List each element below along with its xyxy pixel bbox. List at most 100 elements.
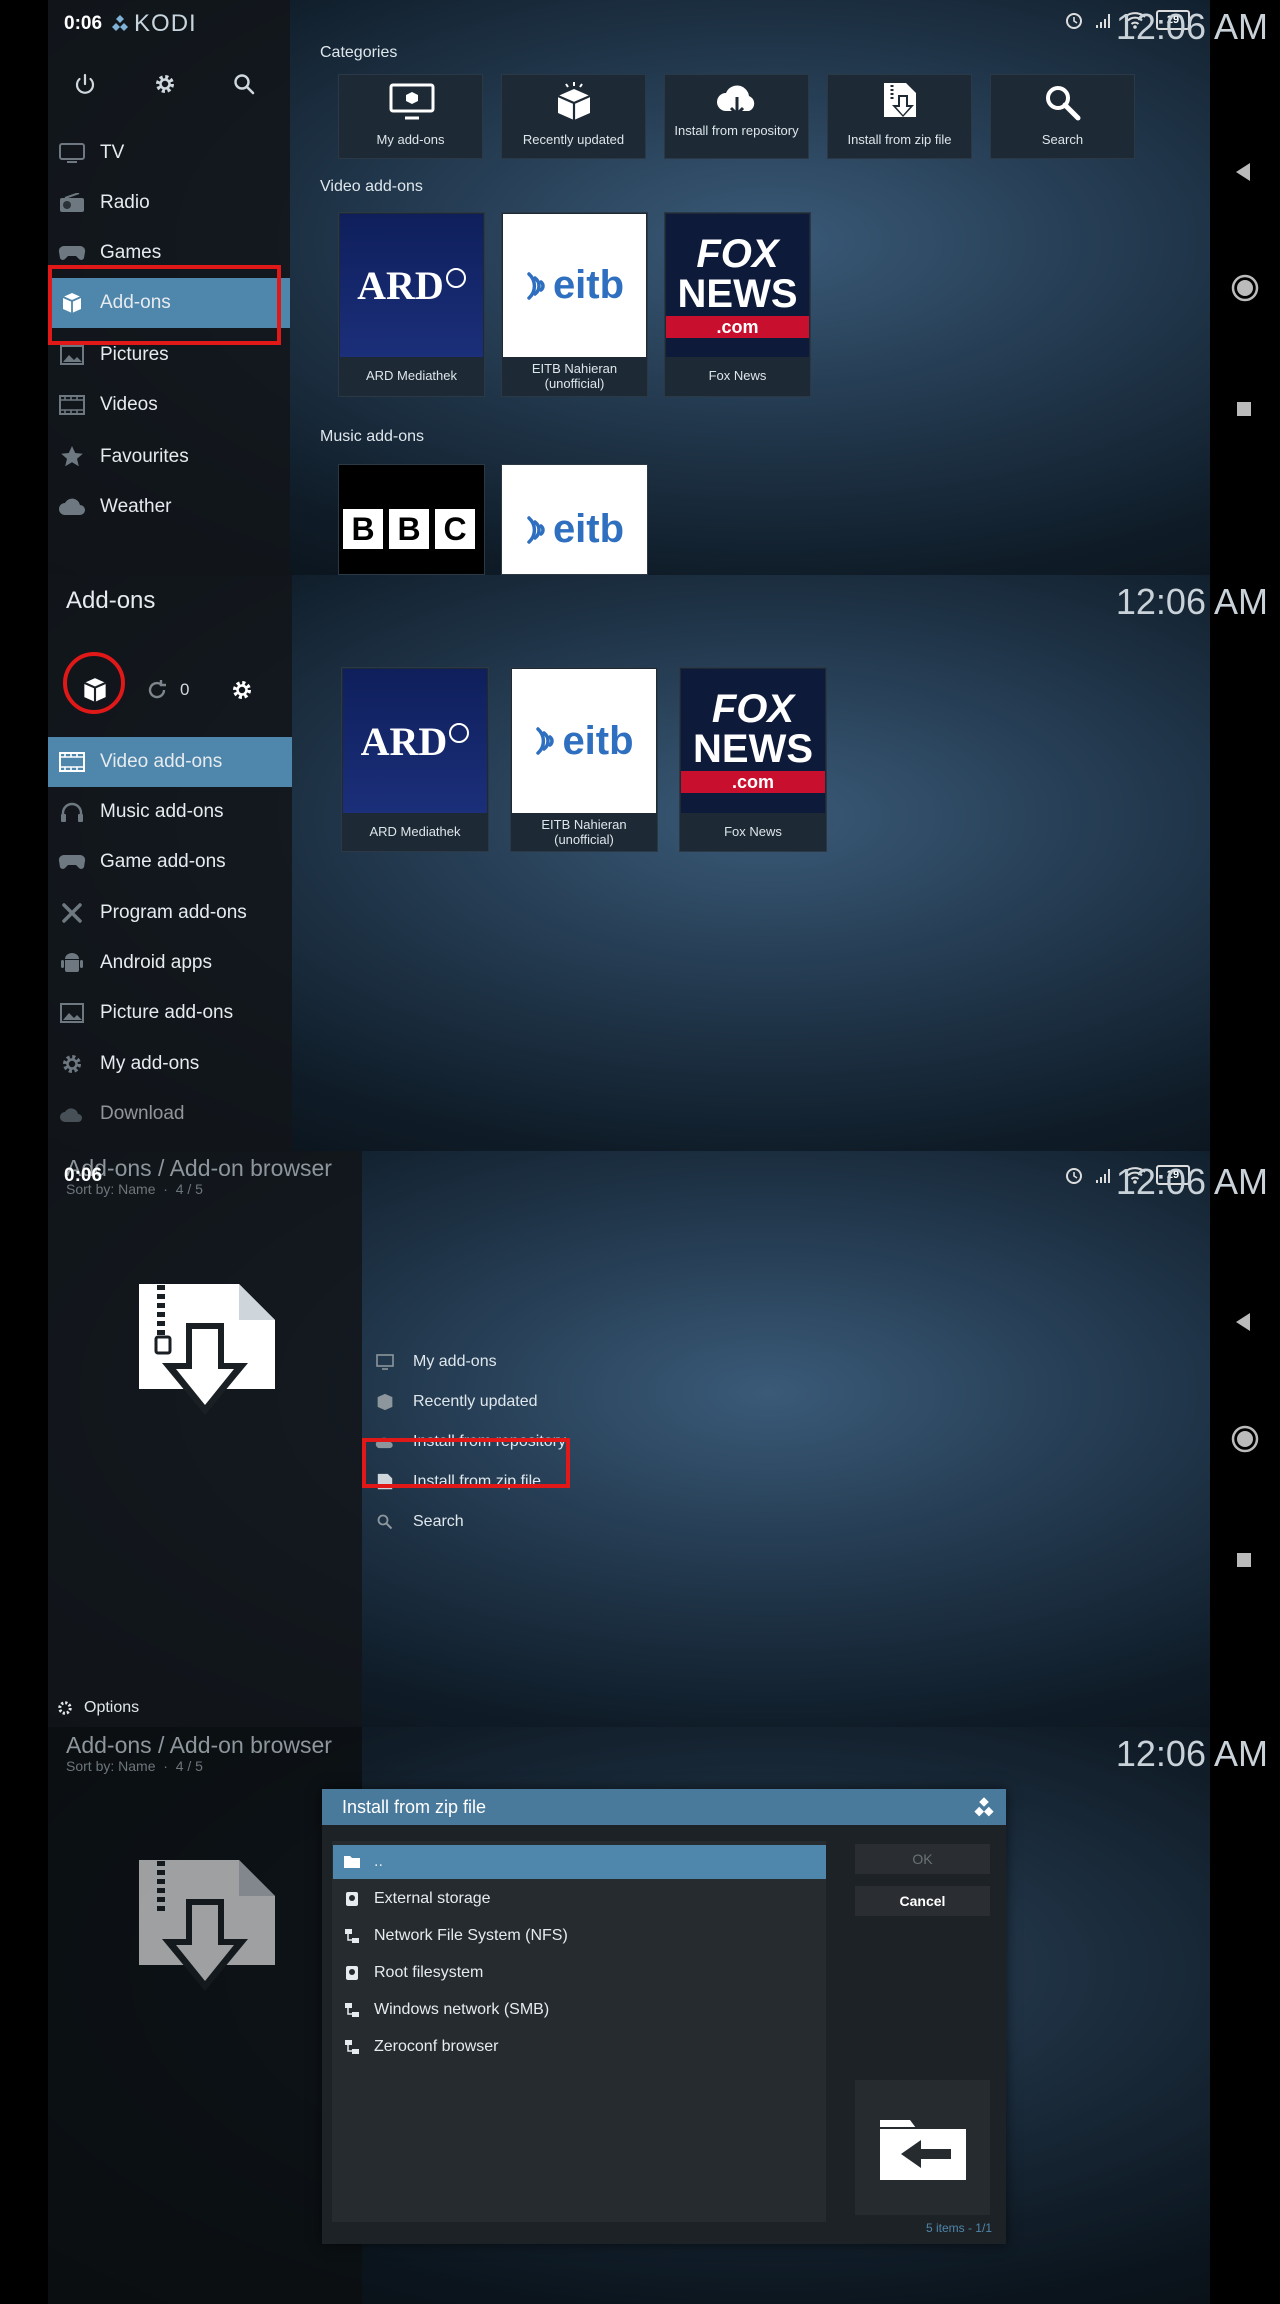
back-nav-icon[interactable]	[1230, 158, 1258, 186]
alarm-icon	[1066, 13, 1082, 29]
gamepad-icon	[58, 848, 86, 876]
clock: 12:06 AM	[1115, 1733, 1268, 1774]
sidebar-item-favourites[interactable]: Favourites	[48, 432, 290, 482]
network-icon	[343, 1928, 361, 1944]
sidebar-item-tv[interactable]: TV	[48, 128, 290, 178]
sidebar-item-picture-add-ons[interactable]: Picture add-ons	[48, 988, 292, 1038]
addon-tile-eitb-nahieran[interactable]: eitb EITB Nahieran (unofficial)	[510, 667, 658, 852]
category-install-from-repository[interactable]: Install from repository	[664, 74, 809, 159]
addon-tile-eitb-music[interactable]: eitb	[501, 464, 648, 575]
cloud-download-icon	[58, 1100, 86, 1128]
picture-icon	[58, 999, 86, 1027]
eitb-waves-icon	[527, 515, 545, 544]
zip-install-icon	[139, 1860, 275, 1991]
highlight-box-install-from-zip-file	[362, 1438, 570, 1488]
box-sparkle-icon	[557, 82, 591, 120]
ard-one-icon	[445, 267, 466, 288]
picture-icon	[58, 341, 86, 369]
eitb-logo: eitb	[503, 214, 646, 357]
kodi-logo-icon	[974, 1797, 994, 1817]
zip-file-icon	[884, 83, 916, 117]
hard-drive-icon	[343, 1891, 361, 1907]
signal-icon	[1096, 14, 1110, 28]
list-item-search[interactable]: Search	[375, 1504, 464, 1540]
recents-nav-icon[interactable]	[1230, 395, 1258, 423]
home-nav-icon[interactable]	[1230, 273, 1260, 303]
sort-info: Sort by: Name · 4 / 5	[66, 1758, 203, 1774]
add-ons-panel: Add-ons 0 Video add-ons Music add-ons Ga…	[0, 575, 1280, 1151]
network-icon	[343, 2002, 361, 2018]
addon-tile-eitb-nahieran[interactable]: eitb EITB Nahieran (unofficial)	[501, 212, 648, 397]
folder-preview	[855, 2080, 990, 2215]
kodi-logo-icon	[110, 14, 130, 34]
add-on-browser-panel: Add-ons / Add-on browser Sort by: Name ·…	[0, 1151, 1280, 1727]
list-item-my-add-ons[interactable]: My add-ons	[375, 1344, 497, 1380]
category-my-add-ons[interactable]: My add-ons	[338, 74, 483, 159]
sidebar-item-android-apps[interactable]: Android apps	[48, 938, 292, 988]
highlight-circle-add-on-browser	[63, 652, 125, 714]
addon-tile-ard-mediathek[interactable]: ARD ARD Mediathek	[338, 212, 485, 397]
film-icon	[58, 391, 86, 419]
addon-tile-fox-news[interactable]: FOX NEWS .com Fox News	[664, 212, 811, 397]
clock: 12:06 AM	[1115, 1161, 1268, 1202]
sidebar-item-videos[interactable]: Videos	[48, 380, 290, 430]
folder-back-icon	[879, 2119, 966, 2180]
monitor-icon	[375, 1354, 395, 1370]
sidebar-item-music-add-ons[interactable]: Music add-ons	[48, 787, 292, 837]
search-icon[interactable]	[232, 72, 256, 101]
breadcrumb: Add-ons / Add-on browser	[66, 1732, 332, 1758]
addon-tile-ard-mediathek[interactable]: ARD ARD Mediathek	[341, 667, 489, 852]
box-icon	[375, 1393, 395, 1411]
list-item-nfs[interactable]: Network File System (NFS)	[333, 1919, 826, 1953]
clock: 12:06 AM	[1115, 581, 1268, 622]
category-search[interactable]: Search	[990, 74, 1135, 159]
sidebar-item-weather[interactable]: Weather	[48, 482, 290, 532]
ok-button[interactable]: OK	[855, 1844, 990, 1874]
android-icon	[58, 949, 86, 977]
gear-icon[interactable]	[153, 72, 177, 101]
clock: 12:06 AM	[1115, 6, 1268, 47]
eitb-waves-icon	[527, 271, 545, 300]
ard-logo: ARD	[340, 214, 483, 357]
network-icon	[343, 2039, 361, 2055]
dialog-title: Install from zip file	[342, 1797, 487, 1817]
video-add-ons-heading: Video add-ons	[320, 178, 423, 195]
gear-icon	[58, 1701, 72, 1715]
list-item-external-storage[interactable]: External storage	[333, 1882, 826, 1916]
sidebar-item-program-add-ons[interactable]: Program add-ons	[48, 888, 292, 938]
list-item-recently-updated[interactable]: Recently updated	[375, 1384, 538, 1420]
sidebar-item-video-add-ons[interactable]: Video add-ons	[48, 737, 292, 787]
ard-logo: ARD	[343, 669, 487, 813]
power-icon[interactable]	[73, 72, 97, 101]
install-from-zip-dialog-panel: Add-ons / Add-on browser Sort by: Name ·…	[0, 1727, 1280, 2304]
list-item-root-filesystem[interactable]: Root filesystem	[333, 1956, 826, 1990]
ard-one-icon	[449, 723, 470, 743]
status-bar: 0:06	[64, 1165, 103, 1186]
list-item-smb[interactable]: Windows network (SMB)	[333, 1993, 826, 2027]
addon-tile-bbc[interactable]: B B C	[338, 464, 485, 575]
signal-icon	[1096, 1169, 1110, 1183]
cancel-button[interactable]: Cancel	[855, 1886, 990, 1916]
back-nav-icon[interactable]	[1230, 1308, 1258, 1336]
status-bar: 0:06 KODI	[64, 10, 197, 37]
addon-tile-fox-news[interactable]: FOX NEWS .com Fox News	[679, 667, 827, 852]
cloud-download-icon	[717, 85, 755, 117]
home-nav-icon[interactable]	[1230, 1424, 1260, 1454]
sidebar-item-radio[interactable]: Radio	[48, 178, 290, 228]
update-count: 0	[180, 680, 190, 699]
sidebar-item-download[interactable]: Download	[48, 1089, 292, 1139]
sidebar-item-game-add-ons[interactable]: Game add-ons	[48, 837, 292, 887]
list-item-zeroconf-browser[interactable]: Zeroconf browser	[333, 2030, 826, 2064]
gear-icon[interactable]	[230, 678, 254, 707]
update-icon[interactable]	[146, 679, 168, 706]
cloud-icon	[58, 493, 86, 521]
sidebar-item-my-add-ons[interactable]: My add-ons	[48, 1039, 292, 1089]
category-recently-updated[interactable]: Recently updated	[501, 74, 646, 159]
list-item-parent-folder[interactable]: ..	[333, 1845, 826, 1879]
recents-nav-icon[interactable]	[1230, 1546, 1258, 1574]
options-button[interactable]: Options	[56, 1699, 139, 1717]
eitb-logo: eitb	[512, 669, 656, 813]
folder-open-icon	[343, 1855, 361, 1869]
category-install-from-zip-file[interactable]: Install from zip file	[827, 74, 972, 159]
gamepad-icon	[58, 239, 86, 267]
